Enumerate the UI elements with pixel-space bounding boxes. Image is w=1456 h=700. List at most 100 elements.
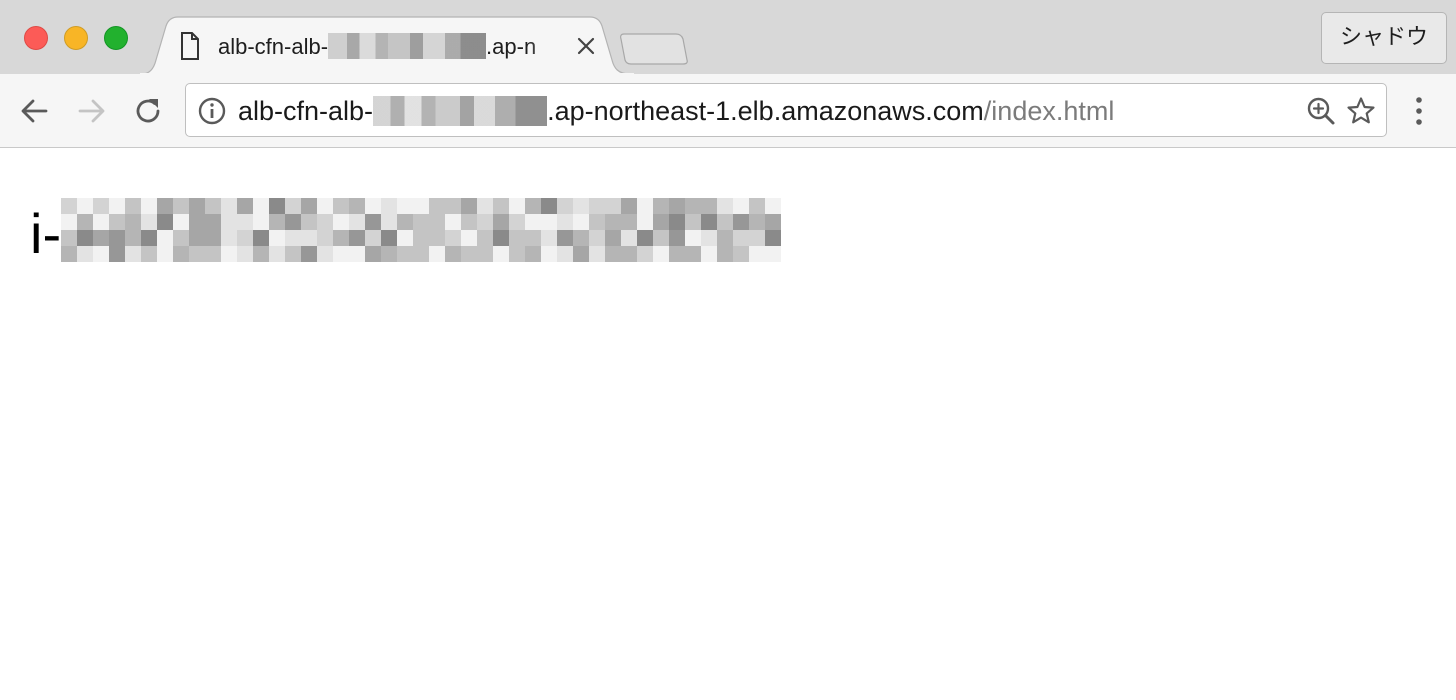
redaction-pixel xyxy=(221,230,238,246)
redaction-pixel xyxy=(669,214,686,230)
redaction-pixel xyxy=(189,214,206,230)
redaction-pixel xyxy=(701,214,718,230)
redaction-pixel xyxy=(461,214,478,230)
star-icon[interactable] xyxy=(1346,96,1376,126)
redaction-pixel xyxy=(109,214,126,230)
redaction-pixel xyxy=(509,246,526,262)
redaction-pixel xyxy=(397,198,414,214)
redaction-pixel xyxy=(237,198,254,214)
redaction-pixel xyxy=(765,230,782,246)
redaction-pixel xyxy=(125,246,142,262)
redaction-pixel xyxy=(381,214,398,230)
redaction-pixel xyxy=(61,214,78,230)
instance-id-prefix: i- xyxy=(30,201,62,265)
redaction-pixel xyxy=(253,214,270,230)
redaction-pixel xyxy=(477,198,494,214)
redaction-pixel xyxy=(445,246,462,262)
reload-icon[interactable] xyxy=(131,94,165,128)
redaction-pixel xyxy=(461,230,478,246)
redaction-pixel xyxy=(365,246,382,262)
redaction-pixel xyxy=(269,214,286,230)
redaction-pixel xyxy=(413,198,430,214)
url-host-suffix: .ap-northeast-1.elb.amazonaws.com xyxy=(547,96,984,126)
tab-title[interactable]: alb-cfn-alb- .ap-n xyxy=(218,32,570,62)
zoom-in-icon[interactable] xyxy=(1306,96,1336,126)
redaction-pixel xyxy=(589,246,606,262)
tab-title-redacted xyxy=(328,33,487,59)
redaction-pixel xyxy=(61,198,78,214)
redaction-pixel xyxy=(221,198,238,214)
redaction-pixel xyxy=(429,246,446,262)
redaction-pixel xyxy=(685,214,702,230)
redaction-pixel xyxy=(557,246,574,262)
redaction-pixel xyxy=(493,246,510,262)
url-text[interactable]: alb-cfn-alb- .ap-northeast-1.elb.amazonaw… xyxy=(238,95,1114,127)
redaction-pixel xyxy=(173,246,190,262)
redaction-pixel xyxy=(269,230,286,246)
redaction-pixel xyxy=(317,198,334,214)
redaction-pixel xyxy=(381,230,398,246)
redaction-pixel xyxy=(269,198,286,214)
window-minimize-button[interactable] xyxy=(64,26,88,50)
redaction-pixel xyxy=(189,246,206,262)
redaction-pixel xyxy=(669,198,686,214)
redaction-pixel xyxy=(301,214,318,230)
redaction-pixel xyxy=(445,198,462,214)
redaction-pixel xyxy=(285,246,302,262)
redaction-pixel xyxy=(733,246,750,262)
redaction-pixel xyxy=(541,198,558,214)
window-close-button[interactable] xyxy=(24,26,48,50)
redaction-pixel xyxy=(605,230,622,246)
tab-title-suffix: .ap-n xyxy=(486,34,537,59)
redaction-pixel xyxy=(413,214,430,230)
redaction-pixel xyxy=(301,246,318,262)
redaction-pixel xyxy=(381,198,398,214)
redaction-pixel xyxy=(349,230,366,246)
redaction-pixel xyxy=(733,198,750,214)
redaction-pixel xyxy=(301,230,318,246)
redaction-pixel xyxy=(573,230,590,246)
redaction-pixel xyxy=(445,214,462,230)
back-arrow-icon[interactable] xyxy=(18,94,52,128)
instance-id-redacted xyxy=(61,196,782,280)
url-host-prefix: alb-cfn-alb- xyxy=(238,96,374,126)
url-redacted xyxy=(373,96,548,126)
redaction-pixel xyxy=(221,214,238,230)
redaction-pixel xyxy=(573,214,590,230)
redaction-pixel xyxy=(365,198,382,214)
redaction-pixel xyxy=(525,246,542,262)
redaction-pixel xyxy=(493,198,510,214)
redaction-pixel xyxy=(333,198,350,214)
redaction-pixel xyxy=(413,246,430,262)
redaction-pixel xyxy=(253,230,270,246)
new-tab-button[interactable] xyxy=(618,30,690,66)
redaction-pixel xyxy=(573,198,590,214)
redaction-pixel xyxy=(701,230,718,246)
redaction-pixel xyxy=(557,214,574,230)
profile-button[interactable]: シャドウ xyxy=(1321,12,1447,64)
redaction-pixel xyxy=(125,214,142,230)
redaction-pixel xyxy=(525,230,542,246)
redaction-pixel xyxy=(605,198,622,214)
info-icon[interactable] xyxy=(198,97,226,125)
kebab-menu-icon[interactable] xyxy=(1406,94,1432,128)
window-zoom-button[interactable] xyxy=(104,26,128,50)
close-icon[interactable] xyxy=(574,34,598,58)
redaction-pixel xyxy=(397,246,414,262)
redaction-pixel xyxy=(637,214,654,230)
redaction-pixel xyxy=(685,230,702,246)
redaction-pixel xyxy=(205,230,222,246)
redaction-pixel xyxy=(125,198,142,214)
redaction-pixel xyxy=(669,230,686,246)
redaction-pixel xyxy=(61,230,78,246)
redaction-pixel xyxy=(541,230,558,246)
redaction-pixel xyxy=(301,198,318,214)
redaction-pixel xyxy=(653,198,670,214)
redaction-pixel xyxy=(589,198,606,214)
forward-arrow-icon[interactable] xyxy=(74,94,108,128)
redaction-pixel xyxy=(205,246,222,262)
redaction-pixel xyxy=(749,198,766,214)
redaction-pixel xyxy=(333,246,350,262)
redaction-pixel xyxy=(717,198,734,214)
redaction-pixel xyxy=(381,246,398,262)
